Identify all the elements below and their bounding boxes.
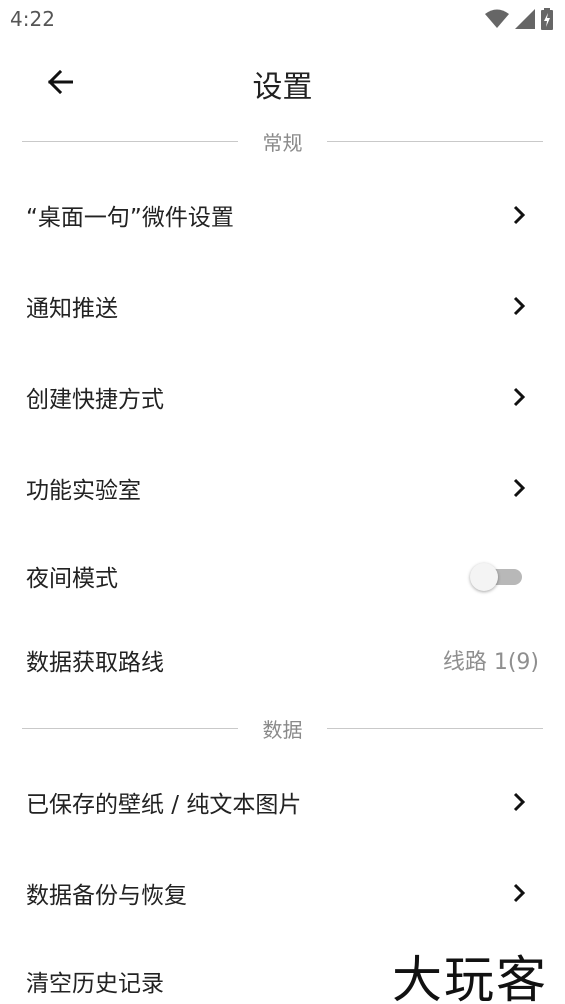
toggle-thumb [470, 563, 498, 591]
divider [327, 728, 543, 729]
item-label: 清空历史记录 [26, 971, 164, 997]
divider [327, 141, 543, 142]
status-time: 4:22 [10, 7, 55, 31]
status-icons [485, 8, 553, 30]
chevron-right-icon [513, 883, 526, 903]
app-bar: 设置 [0, 50, 565, 114]
route-value: 线路 1(9) [442, 650, 539, 675]
chevron-right-icon [513, 387, 526, 407]
signal-icon [515, 9, 535, 29]
settings-item-notification[interactable]: 通知推送 [0, 263, 565, 349]
watermark-logo: 大玩客 [392, 951, 548, 1004]
chevron-right-icon [513, 478, 526, 498]
item-label: 创建快捷方式 [26, 387, 164, 413]
wifi-icon [485, 9, 509, 28]
item-label: “桌面一句”微件设置 [26, 205, 234, 231]
settings-item-backup[interactable]: 数据备份与恢复 [0, 850, 565, 936]
item-label: 夜间模式 [26, 566, 118, 592]
settings-item-night-mode: 夜间模式 [0, 533, 565, 619]
settings-item-lab[interactable]: 功能实验室 [0, 445, 565, 531]
item-label: 已保存的壁纸 / 纯文本图片 [26, 792, 302, 818]
chevron-right-icon [513, 792, 526, 812]
section-header-data: 数据 [22, 714, 543, 744]
status-bar: 4:22 [0, 0, 565, 40]
settings-item-data-route[interactable]: 数据获取路线 线路 1(9) [0, 617, 565, 703]
chevron-right-icon [513, 296, 526, 316]
night-mode-toggle[interactable] [470, 560, 526, 592]
item-label: 数据获取路线 [26, 650, 164, 676]
chevron-right-icon [513, 205, 526, 225]
item-label: 通知推送 [26, 296, 118, 322]
settings-item-shortcut[interactable]: 创建快捷方式 [0, 354, 565, 440]
settings-item-widget[interactable]: “桌面一句”微件设置 [0, 172, 565, 258]
settings-item-saved-wallpapers[interactable]: 已保存的壁纸 / 纯文本图片 [0, 759, 565, 845]
section-header-general: 常规 [22, 127, 543, 157]
page-title: 设置 [252, 70, 313, 105]
item-label: 功能实验室 [26, 478, 141, 504]
item-label: 数据备份与恢复 [26, 883, 187, 909]
battery-charging-icon [541, 8, 553, 30]
